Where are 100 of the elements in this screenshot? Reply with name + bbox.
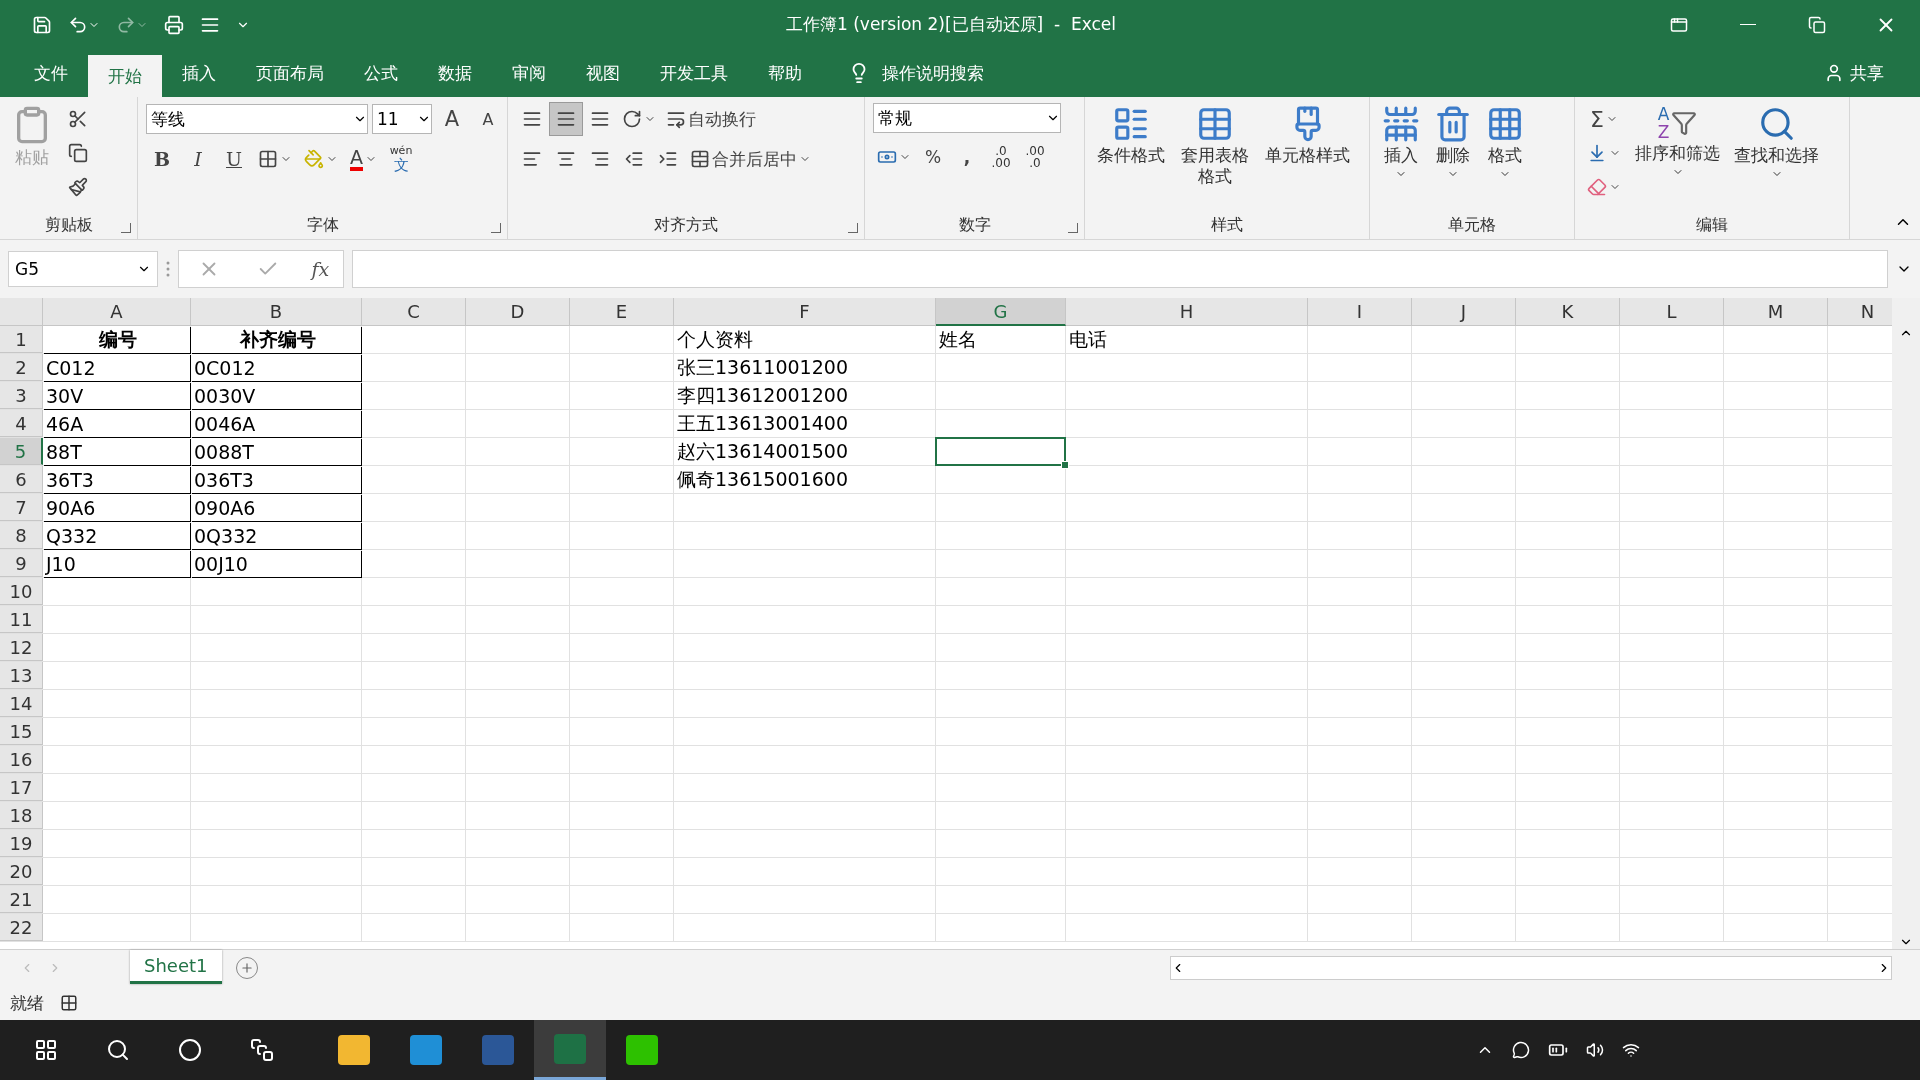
printer-icon xyxy=(164,14,184,35)
rotate-icon xyxy=(622,109,642,129)
ribbon-tab[interactable]: 公式 xyxy=(344,49,418,97)
number-format-field[interactable]: 常规 xyxy=(873,103,1061,133)
column-header[interactable]: D xyxy=(466,298,570,326)
middle-align-button[interactable] xyxy=(550,103,582,135)
ribbon-tab[interactable]: 审阅 xyxy=(492,49,566,97)
row-header[interactable]: 3 xyxy=(0,382,43,409)
table-cell: 编号 xyxy=(43,326,190,353)
volume-icon xyxy=(1586,1041,1604,1059)
group-label: 编辑 xyxy=(1696,214,1728,236)
column-header[interactable]: N xyxy=(1828,298,1892,326)
find-select-button[interactable]: 查找和选择 xyxy=(1730,103,1823,211)
group-label: 单元格 xyxy=(1448,214,1496,236)
row-header[interactable]: 2 xyxy=(0,354,43,381)
column-header[interactable]: E xyxy=(570,298,674,326)
conditional-style-button[interactable]: 条件格式 xyxy=(1093,103,1169,211)
table-cell-text: 王五13613001400 xyxy=(676,410,849,436)
delete-button[interactable]: 删除 xyxy=(1430,103,1476,211)
font-size-field[interactable]: 11 xyxy=(372,104,432,134)
row-header[interactable]: 19 xyxy=(0,830,43,857)
grow-font-button[interactable]: A xyxy=(436,103,468,135)
ribbon-tab[interactable]: 开始 xyxy=(88,55,162,97)
column-header[interactable]: B xyxy=(191,298,362,326)
row-header[interactable]: 15 xyxy=(0,718,43,745)
group-label: 样式 xyxy=(1211,214,1243,236)
row-header[interactable]: 22 xyxy=(0,914,43,941)
row-header[interactable]: 11 xyxy=(0,606,43,633)
row-header[interactable]: 8 xyxy=(0,522,43,549)
wifi-icon xyxy=(1622,1041,1640,1059)
tell-me-search[interactable]: 操作说明搜索 xyxy=(842,49,990,97)
name-box[interactable]: G5 xyxy=(8,251,158,287)
row-header[interactable]: 1 xyxy=(0,326,43,353)
taskbar-app[interactable] xyxy=(534,1020,606,1080)
row-header[interactable]: 7 xyxy=(0,494,43,521)
row-header[interactable]: 14 xyxy=(0,690,43,717)
row-header[interactable]: 5 xyxy=(0,438,43,465)
shrink-font-button[interactable]: A xyxy=(472,103,504,135)
row-header[interactable]: 10 xyxy=(0,578,43,605)
share-button[interactable]: 共享 xyxy=(1818,49,1890,97)
column-header[interactable]: C xyxy=(362,298,466,326)
percent-button[interactable]: % xyxy=(917,141,949,173)
column-header[interactable]: F xyxy=(674,298,936,326)
font-name-field[interactable]: 等线 xyxy=(146,104,368,134)
fill-handle[interactable] xyxy=(1061,461,1069,469)
autosum-button[interactable]: Σ xyxy=(1583,103,1625,135)
row-header[interactable]: 21 xyxy=(0,886,43,913)
underline-button[interactable]: U xyxy=(218,143,250,175)
row-header[interactable]: 18 xyxy=(0,802,43,829)
ribbon-tab[interactable]: 数据 xyxy=(418,49,492,97)
ribbon-tab[interactable]: 帮助 xyxy=(748,49,822,97)
circle-icon xyxy=(178,1038,202,1062)
window-icon xyxy=(1669,15,1688,34)
decrease-decimal-button[interactable]: .00 .0 xyxy=(1019,141,1051,173)
ribbon-tab[interactable]: 视图 xyxy=(566,49,640,97)
row-header[interactable]: 4 xyxy=(0,410,43,437)
insert-button[interactable]: 插入 xyxy=(1378,103,1424,211)
table-style-button[interactable]: 套用表格格式 xyxy=(1175,103,1255,211)
align-center-icon xyxy=(556,149,576,169)
sheet-tab[interactable]: Sheet1 xyxy=(130,950,222,984)
row-header[interactable]: 17 xyxy=(0,774,43,801)
italic-button[interactable]: I xyxy=(182,143,214,175)
row-header[interactable]: 20 xyxy=(0,858,43,885)
table-cell-text: 姓名 xyxy=(938,326,978,352)
align-middle-icon xyxy=(556,109,576,129)
row-header[interactable]: 9 xyxy=(0,550,43,577)
row-header[interactable]: 16 xyxy=(0,746,43,773)
column-header[interactable]: G xyxy=(936,298,1066,326)
column-header[interactable]: A xyxy=(43,298,191,326)
column-header[interactable]: J xyxy=(1412,298,1516,326)
ribbon-tab[interactable]: 文件 xyxy=(14,49,88,97)
insert-function-button[interactable]: fx xyxy=(311,258,330,280)
bold-button[interactable]: B xyxy=(146,143,178,175)
cell-style-button[interactable]: 单元格样式 xyxy=(1261,103,1354,211)
increase-decimal-button[interactable]: .0 .00 xyxy=(985,141,1017,173)
row-header[interactable]: 13 xyxy=(0,662,43,689)
merge-button[interactable]: 合并后居中 xyxy=(686,143,815,175)
column-header[interactable]: K xyxy=(1516,298,1620,326)
ribbon-tab[interactable]: 开发工具 xyxy=(640,49,748,97)
row-header[interactable]: 6 xyxy=(0,466,43,493)
vertical-scrollbar[interactable] xyxy=(1892,298,1920,949)
column-header[interactable]: M xyxy=(1724,298,1828,326)
format-button[interactable]: 格式 xyxy=(1482,103,1528,211)
horizontal-scrollbar[interactable] xyxy=(1170,956,1892,980)
table-cell: 36T3 xyxy=(43,466,190,493)
ribbon-tab[interactable]: 页面布局 xyxy=(236,49,344,97)
wrap-text-button[interactable]: 自动换行 xyxy=(662,103,760,135)
ribbon-tab[interactable]: 插入 xyxy=(162,49,236,97)
font-color-button[interactable]: A xyxy=(346,143,381,175)
indent-increase-icon xyxy=(658,149,678,169)
scissors-icon xyxy=(68,109,88,129)
row-header[interactable]: 12 xyxy=(0,634,43,661)
phonetic-button[interactable]: wén 文 xyxy=(385,143,417,175)
sort-filter-button[interactable]: A Z 排序和筛选 xyxy=(1631,103,1724,211)
group-label: 数字 xyxy=(958,214,991,236)
column-header[interactable]: H xyxy=(1066,298,1308,326)
column-header[interactable]: L xyxy=(1620,298,1724,326)
column-header[interactable]: I xyxy=(1308,298,1412,326)
comma-button[interactable]: , xyxy=(951,141,983,173)
formula-field[interactable] xyxy=(352,250,1888,288)
